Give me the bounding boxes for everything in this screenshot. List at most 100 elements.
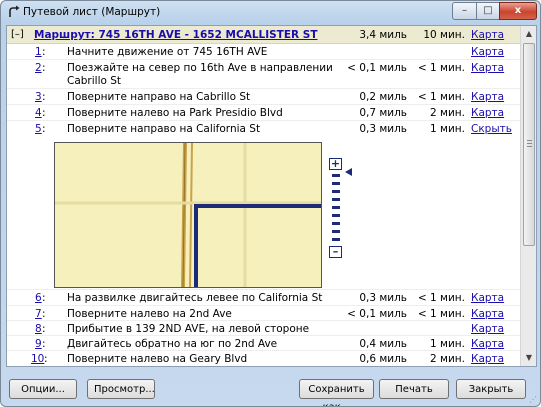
minimize-button[interactable]: –	[452, 2, 477, 20]
step-map-link[interactable]: Карта	[471, 62, 504, 74]
zoom-tick[interactable]	[332, 174, 340, 177]
window-title: Путевой лист (Маршрут)	[23, 6, 161, 18]
step-number-link[interactable]: 3	[35, 91, 42, 103]
zoom-out-button[interactable]: –	[329, 246, 342, 258]
step-row: 6: На развилке двигайтесь левее по Calif…	[7, 290, 520, 306]
step-time: < 1 мин.	[417, 91, 465, 103]
save-as-button[interactable]: Сохранить как...	[299, 379, 374, 406]
step-number[interactable]: 1	[35, 46, 42, 58]
grip-line	[527, 146, 532, 147]
scroll-down-icon[interactable]: ▼	[521, 350, 537, 366]
zoom-tick[interactable]	[332, 182, 340, 185]
print-button[interactable]: Печать	[379, 379, 449, 399]
step-colon: :	[42, 323, 46, 335]
step-map-link[interactable]: Карта	[471, 292, 504, 304]
step-distance: 0,4 миль	[359, 338, 407, 350]
step-map-link[interactable]: Карта	[471, 338, 504, 350]
route-time: 10 мин.	[423, 29, 465, 41]
step-number-link[interactable]: 5	[35, 123, 42, 135]
step-map-link[interactable]: Карта	[471, 353, 504, 365]
step-colon: :	[42, 338, 46, 350]
step-number-link[interactable]: 2	[35, 62, 42, 74]
step-map-link[interactable]: Карта	[471, 308, 504, 320]
step-map-link[interactable]: Карта	[471, 107, 504, 119]
step-number[interactable]: 2	[35, 62, 42, 74]
grip-line	[527, 143, 532, 144]
collapse-toggle[interactable]: [–]	[11, 29, 24, 40]
zoom-tick[interactable]	[332, 222, 340, 225]
close-window-button[interactable]: x	[499, 2, 537, 20]
step-map-link[interactable]: Карта	[471, 46, 504, 58]
step-row: 5: Поверните направо на California St 0,…	[7, 121, 520, 139]
step-instruction: Двигайтесь обратно на юг по 2nd Ave	[67, 338, 278, 350]
step-colon: :	[42, 107, 46, 119]
zoom-tick[interactable]	[332, 214, 340, 217]
step-number-link[interactable]: 1	[35, 46, 42, 58]
button-bar: Опции... Просмотр... Сохранить как... Пе…	[1, 367, 540, 406]
maximize-button[interactable]: □	[476, 2, 500, 20]
route-map-link[interactable]: Карта	[471, 29, 504, 41]
step-distance: 0,7 миль	[359, 107, 407, 119]
step-number-link[interactable]: 8	[35, 323, 42, 335]
zoom-tick[interactable]	[332, 190, 340, 193]
step-number[interactable]: 3	[35, 91, 42, 103]
step-number[interactable]: 9	[35, 338, 42, 350]
step-number-link[interactable]: 10	[31, 353, 44, 365]
step-number[interactable]: 5	[35, 123, 42, 135]
scroll-up-icon[interactable]: ▲	[521, 26, 537, 42]
zoom-in-button[interactable]: +	[329, 158, 342, 170]
step-instruction: Прибытие в 139 2ND AVE, на левой стороне	[67, 323, 310, 335]
step-number[interactable]: 6	[35, 292, 42, 304]
scrollbar-thumb[interactable]	[523, 43, 535, 246]
step-distance: < 0,1 миль	[347, 62, 407, 74]
route-title-link[interactable]: Маршрут: 745 16TH AVE - 1652 MCALLISTER …	[34, 29, 318, 41]
step-map-link[interactable]: Карта	[471, 91, 504, 103]
route-window: Путевой лист (Маршрут) – □ x [–] Маршрут…	[0, 0, 541, 407]
directions-list: [–] Маршрут: 745 16TH AVE - 1652 MCALLIS…	[7, 26, 520, 366]
step-time: < 1 мин.	[417, 308, 465, 320]
step-instruction: Поверните налево на Geary Blvd	[67, 353, 248, 365]
step-distance: 0,2 миль	[359, 91, 407, 103]
title-bar[interactable]: Путевой лист (Маршрут) – □ x	[1, 1, 540, 25]
step-number-link[interactable]: 6	[35, 292, 42, 304]
step-distance: < 0,1 миль	[347, 308, 407, 320]
step-number[interactable]: 7	[35, 308, 42, 320]
step-instruction: Поверните направо на Cabrillo St	[67, 91, 251, 103]
directions-panel: [–] Маршрут: 745 16TH AVE - 1652 MCALLIS…	[6, 25, 537, 367]
zoom-tick[interactable]	[332, 206, 340, 209]
step-row: 3: Поверните направо на Cabrillo St 0,2 …	[7, 89, 520, 105]
step-time: 1 мин.	[430, 338, 465, 350]
step-number[interactable]: 8	[35, 323, 42, 335]
options-button[interactable]: Опции...	[9, 379, 77, 399]
zoom-tick[interactable]	[332, 238, 340, 241]
step-number-link[interactable]: 7	[35, 308, 42, 320]
resize-grip-icon[interactable]: ⋰	[529, 395, 539, 405]
step-distance: 0,6 миль	[359, 353, 407, 365]
step-instruction: На развилке двигайтесь левее по Californ…	[67, 292, 323, 304]
preview-button[interactable]: Просмотр...	[87, 379, 155, 399]
step-number[interactable]: 4	[35, 107, 42, 119]
step-number-link[interactable]: 4	[35, 107, 42, 119]
step-map-link[interactable]: Карта	[471, 323, 504, 335]
step-colon: :	[44, 353, 48, 365]
step-row: 2: Поезжайте на север по 16th Ave в напр…	[7, 60, 520, 89]
step-instruction: Поезжайте на север по 16th Ave в направл…	[67, 62, 333, 87]
step-number[interactable]: 10	[31, 353, 44, 365]
zoom-tick[interactable]	[332, 198, 340, 201]
step-instruction: Поверните налево на 2nd Ave	[67, 308, 232, 320]
step-hide-map-link[interactable]: Скрыть	[471, 123, 512, 135]
step-number-link[interactable]: 9	[35, 338, 42, 350]
step-colon: :	[42, 123, 46, 135]
vertical-scrollbar[interactable]: ▲ ▼	[520, 26, 536, 366]
zoom-tick[interactable]	[332, 230, 340, 233]
route-header-row: [–] Маршрут: 745 16TH AVE - 1652 MCALLIS…	[7, 26, 520, 44]
step-time: < 1 мин.	[417, 62, 465, 74]
grip-line	[527, 140, 532, 141]
step-instruction: Начните движение от 745 16TH AVE	[67, 46, 268, 58]
zoom-level-marker	[345, 168, 352, 176]
step-row: 4: Поверните налево на Park Presidio Blv…	[7, 105, 520, 121]
step-row: 1: Начните движение от 745 16TH AVE Карт…	[7, 44, 520, 60]
close-button[interactable]: Закрыть	[456, 379, 526, 399]
step-distance: 0,3 миль	[359, 123, 407, 135]
step-map[interactable]	[54, 142, 322, 288]
